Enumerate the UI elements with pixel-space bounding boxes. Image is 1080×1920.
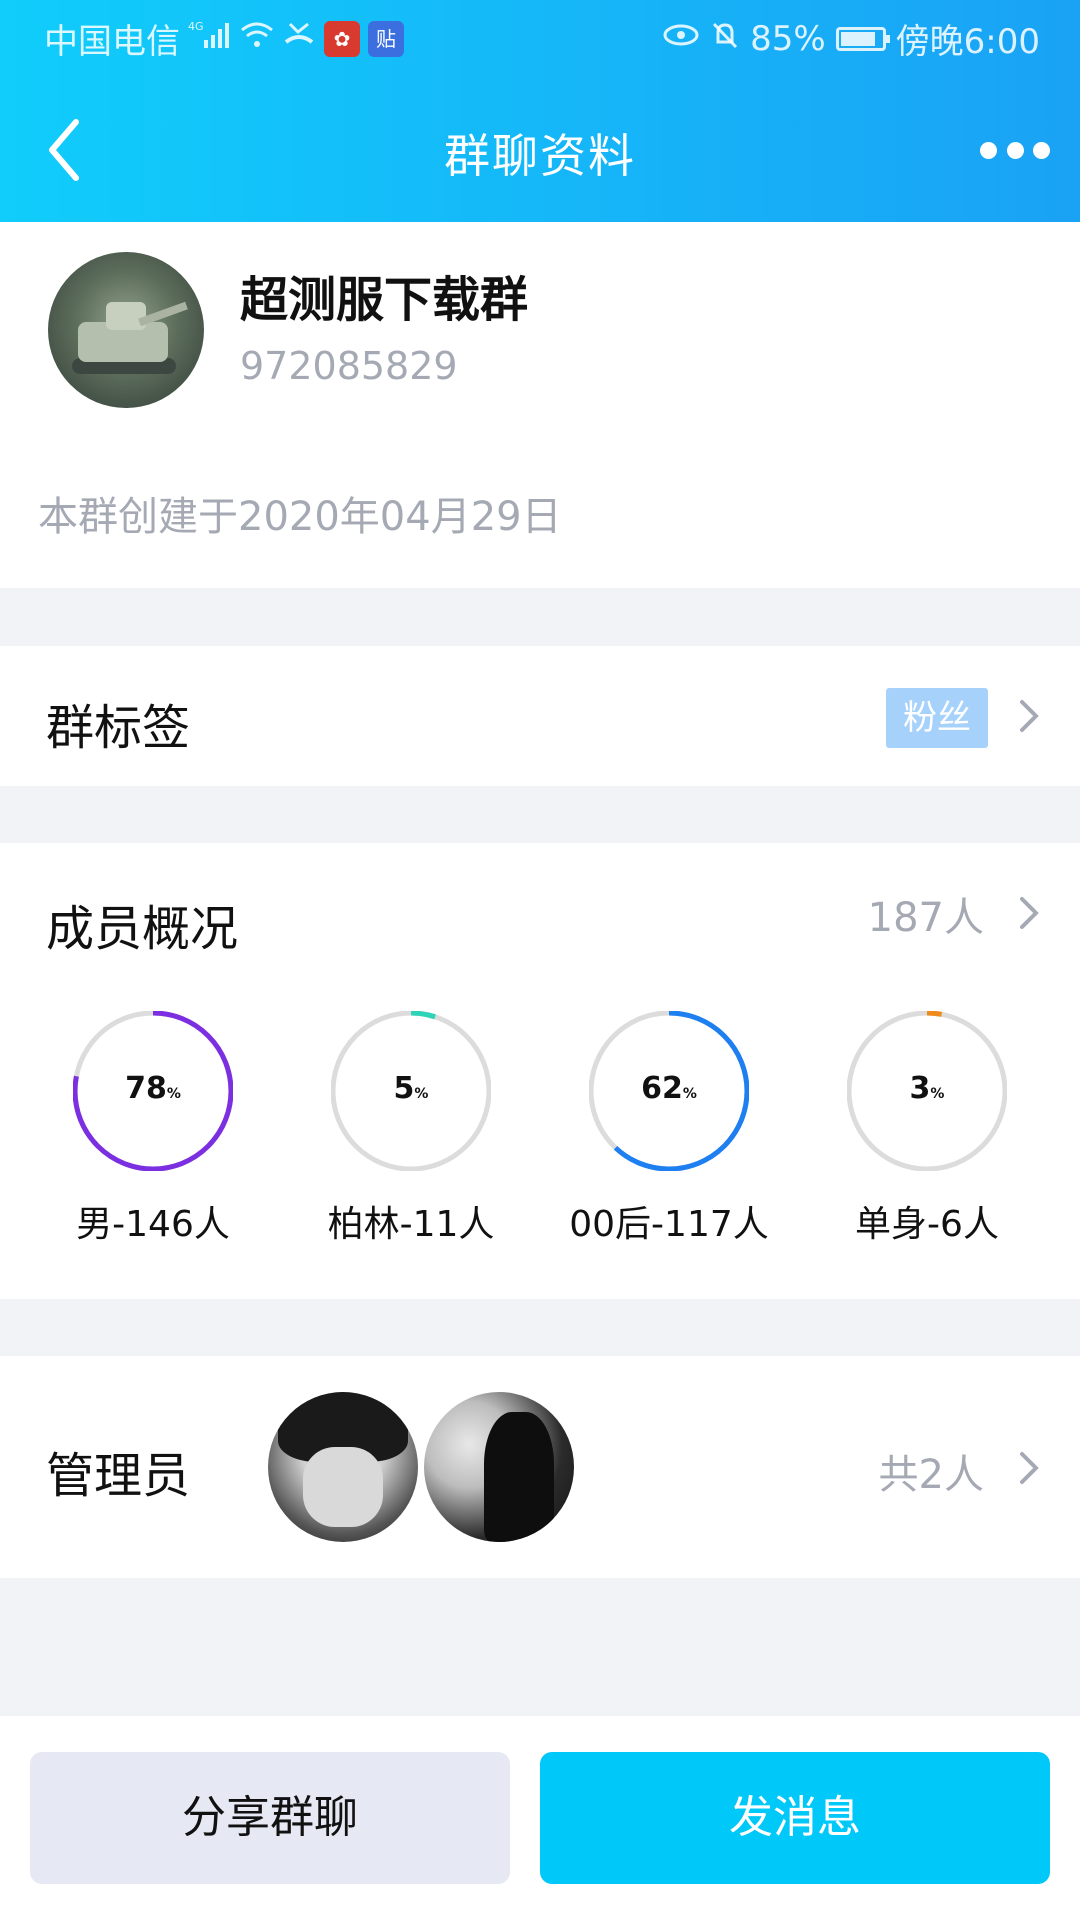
group-tags-row[interactable]: 群标签 粉丝: [0, 646, 1080, 786]
chevron-right-icon[interactable]: [1014, 893, 1044, 933]
chevron-right-icon: [1020, 700, 1039, 732]
stat-percent-unit: %: [414, 1086, 429, 1102]
admin-avatar[interactable]: [424, 1392, 574, 1542]
signal-icon: 4G: [188, 20, 232, 58]
more-dots-icon: [980, 141, 997, 159]
nav-bar: 群聊资料: [0, 90, 1080, 210]
admin-avatar[interactable]: [268, 1392, 418, 1542]
member-stat: 62% 00后-117人: [564, 1011, 774, 1271]
stat-percent-value: 3: [909, 1071, 931, 1106]
group-tags-title: 群标签: [46, 700, 191, 756]
stat-percent: 3%: [822, 1071, 1032, 1106]
group-info-card: 超测服下载群 972085829 本群创建于2020年04月29日: [0, 222, 1080, 588]
battery-icon: [835, 26, 890, 51]
member-count[interactable]: 187人: [868, 885, 984, 943]
admins-title: 管理员: [46, 1448, 191, 1504]
members-title: 成员概况: [46, 901, 239, 957]
app-header: 中国电信 4G ✿ 贴 85% 傍晚6:00 群聊资料: [0, 0, 1080, 222]
admin-count: 共2人: [878, 1452, 984, 1498]
stat-percent-value: 5: [393, 1071, 415, 1106]
members-overview: 成员概况 187人 78% 男-146人 5% 柏林-11人 62% 00后-117人 3%…: [0, 843, 1080, 1299]
bottom-action-bar: 分享群聊 发消息: [0, 1716, 1080, 1920]
stat-label: 00后-117人: [569, 1204, 769, 1245]
stat-percent-unit: %: [682, 1086, 697, 1102]
stat-percent-unit: %: [930, 1086, 945, 1102]
member-stat: 5% 柏林-11人: [306, 1011, 516, 1271]
carrier-label: 中国电信: [44, 22, 180, 62]
clock: 傍晚6:00: [895, 22, 1040, 62]
tag-chip: 粉丝: [886, 688, 988, 748]
battery-percent: 85%: [750, 18, 826, 59]
network-label: 4G: [188, 20, 204, 33]
stat-percent-unit: %: [166, 1086, 181, 1102]
more-options-button[interactable]: [980, 130, 1050, 170]
group-name: 超测服下载群: [240, 272, 529, 328]
stat-percent: 62%: [564, 1071, 774, 1106]
share-group-button[interactable]: 分享群聊: [30, 1752, 510, 1884]
stat-label: 柏林-11人: [327, 1204, 495, 1245]
status-bar: 中国电信 4G ✿ 贴 85% 傍晚6:00: [0, 0, 1080, 76]
group-avatar[interactable]: [48, 252, 204, 408]
group-created-date: 本群创建于2020年04月29日: [38, 494, 562, 540]
member-stat: 3% 单身-6人: [822, 1011, 1032, 1271]
stat-label: 单身-6人: [855, 1204, 999, 1245]
eye-comfort-icon: [662, 20, 700, 58]
huawei-app-icon: ✿: [324, 20, 360, 57]
group-id: 972085829: [240, 344, 458, 388]
send-message-button[interactable]: 发消息: [540, 1752, 1050, 1884]
stat-percent: 78%: [48, 1071, 258, 1106]
wifi-icon: [240, 20, 274, 58]
stat-percent-value: 78: [125, 1071, 167, 1106]
chevron-right-icon: [1020, 1452, 1039, 1484]
stat-percent-value: 62: [641, 1071, 683, 1106]
member-stat: 78% 男-146人: [48, 1011, 258, 1271]
mute-bell-icon: [710, 20, 740, 58]
stat-label: 男-146人: [76, 1204, 230, 1245]
page-title: 群聊资料: [444, 129, 636, 183]
admins-row[interactable]: 管理员 共2人: [0, 1356, 1080, 1578]
stat-percent: 5%: [306, 1071, 516, 1106]
missed-call-icon: [282, 20, 316, 58]
tieba-app-icon: 贴: [368, 20, 404, 57]
